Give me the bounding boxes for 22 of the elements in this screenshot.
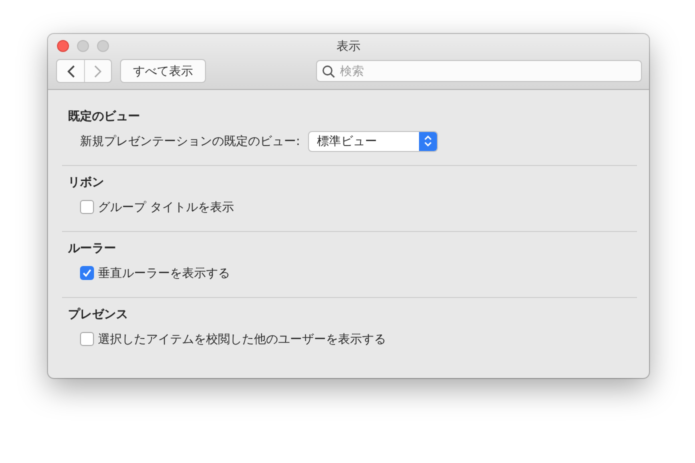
window-title: 表示 <box>336 39 360 53</box>
chevron-right-icon <box>94 64 102 78</box>
search-field[interactable]: 検索 <box>316 60 642 82</box>
checkbox-label: グループ タイトルを表示 <box>98 198 234 216</box>
minimize-button[interactable] <box>77 40 89 52</box>
zoom-button[interactable] <box>97 40 109 52</box>
section-heading: ルーラー <box>68 240 116 256</box>
checkbox[interactable] <box>80 200 94 214</box>
section-heading: リボン <box>68 174 104 190</box>
search-icon <box>322 65 335 78</box>
checkbox[interactable] <box>80 332 94 346</box>
section-heading: プレゼンス <box>68 306 128 322</box>
up-down-arrows-icon <box>424 135 432 147</box>
chevron-left-icon <box>66 64 74 78</box>
show-all-button[interactable]: すべて表示 <box>120 59 206 83</box>
section-heading: 既定のビュー <box>68 108 140 124</box>
checkbox[interactable] <box>80 266 94 280</box>
checkbox-label: 選択したアイテムを校閲した他のユーザーを表示する <box>98 330 386 348</box>
checkbox-label: 垂直ルーラーを表示する <box>98 264 230 282</box>
close-button[interactable] <box>57 40 69 52</box>
field-label: 新規プレゼンテーションの既定のビュー: <box>80 132 300 150</box>
view-dropdown[interactable]: 標準ビュー <box>308 130 438 152</box>
